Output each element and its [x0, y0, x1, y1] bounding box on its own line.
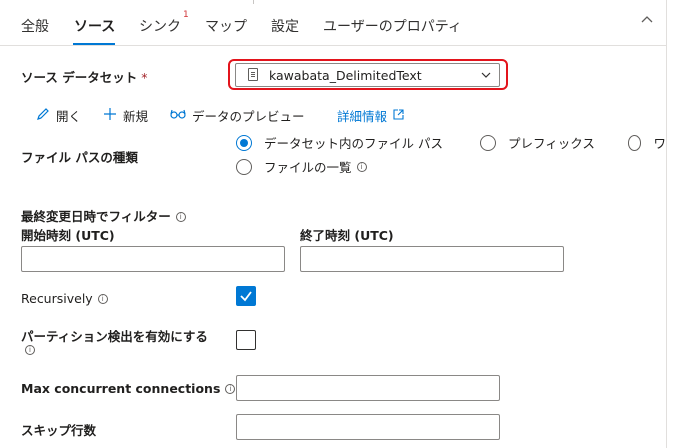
radio-file-list[interactable]: ファイルの一覧 i: [236, 157, 367, 176]
source-dataset-value: kawabata_DelimitedText: [269, 68, 422, 83]
tab-general[interactable]: 全般: [21, 16, 49, 36]
radio-indicator: [236, 158, 252, 175]
tab-sink-label: シンク: [139, 19, 181, 35]
new-button[interactable]: 新規: [103, 106, 148, 125]
info-icon[interactable]: i: [356, 161, 367, 172]
new-label: 新規: [123, 109, 149, 124]
max-concurrent-label: Max concurrent connections i: [21, 381, 236, 396]
tab-user-properties[interactable]: ユーザーのプロパティ: [323, 16, 462, 36]
radio-wildcard-label: ワ: [653, 136, 666, 151]
preview-label: データのプレビュー: [192, 109, 305, 124]
end-time-label: 終了時刻 (UTC): [300, 228, 394, 243]
required-asterisk: *: [141, 70, 148, 85]
recursively-label-text: Recursively: [21, 291, 93, 306]
info-icon[interactable]: i: [25, 345, 35, 355]
tab-source[interactable]: ソース: [74, 16, 115, 36]
end-time-input[interactable]: [300, 246, 564, 272]
tab-bar: 全般 ソース シンク 1 マップ 設定 ユーザーのプロパティ: [0, 0, 666, 46]
info-icon[interactable]: i: [225, 384, 236, 394]
recursively-label: Recursively i: [21, 291, 108, 306]
radio-dataset-file-path[interactable]: データセット内のファイル パス: [236, 133, 443, 152]
preview-data-button[interactable]: データのプレビュー: [170, 106, 305, 125]
max-concurrent-input[interactable]: [236, 375, 500, 401]
skip-lines-input[interactable]: [236, 414, 500, 440]
panel-right-edge: [666, 0, 667, 448]
max-concurrent-label-text: Max concurrent connections: [21, 381, 221, 396]
checkmark-icon: [237, 291, 255, 309]
last-modified-filter-text: 最終変更日時でフィルター: [21, 209, 171, 224]
source-dataset-label: ソース データセット *: [21, 67, 147, 86]
details-label: 詳細情報: [337, 109, 388, 124]
recursively-checkbox[interactable]: [236, 286, 256, 306]
radio-indicator: [480, 134, 496, 151]
info-icon[interactable]: i: [97, 294, 108, 304]
open-button[interactable]: 開く: [36, 106, 81, 125]
radio-file-list-label: ファイルの一覧: [264, 160, 352, 175]
start-time-input[interactable]: [21, 246, 285, 272]
tab-settings[interactable]: 設定: [271, 16, 299, 36]
radio-indicator: [628, 134, 642, 151]
radio-selected-indicator: [236, 134, 252, 151]
open-label: 開く: [56, 109, 82, 124]
source-dataset-dropdown[interactable]: kawabata_DelimitedText: [235, 63, 500, 87]
source-dataset-label-text: ソース データセット: [21, 70, 138, 85]
chevron-down-icon: [481, 69, 491, 79]
file-icon: [248, 68, 258, 81]
partition-discovery-checkbox[interactable]: [236, 330, 256, 350]
radio-wildcard[interactable]: ワ: [628, 133, 666, 152]
tab-sink-error-badge: 1: [183, 10, 189, 20]
radio-prefix[interactable]: プレフィックス: [480, 133, 595, 152]
details-link[interactable]: 詳細情報: [337, 106, 404, 125]
active-tab-indicator: [73, 43, 115, 45]
radio-dataset-file-path-label: データセット内のファイル パス: [264, 136, 443, 151]
partition-discovery-label: パーティション検出を有効にする: [21, 329, 208, 344]
radio-prefix-label: プレフィックス: [508, 136, 595, 151]
pencil-icon: [36, 107, 50, 124]
skip-lines-label: スキップ行数: [21, 423, 97, 438]
collapse-chevron-up-icon[interactable]: [641, 14, 653, 30]
external-link-icon: [393, 108, 404, 123]
last-modified-filter-label: 最終変更日時でフィルター i: [21, 206, 186, 225]
tab-sink[interactable]: シンク 1: [139, 10, 189, 36]
glasses-icon: [170, 108, 186, 123]
plus-icon: [103, 107, 117, 124]
start-time-label: 開始時刻 (UTC): [21, 228, 115, 243]
tab-mapping[interactable]: マップ: [205, 16, 247, 36]
file-path-type-label: ファイル パスの種類: [21, 150, 138, 165]
info-icon[interactable]: i: [175, 212, 186, 222]
